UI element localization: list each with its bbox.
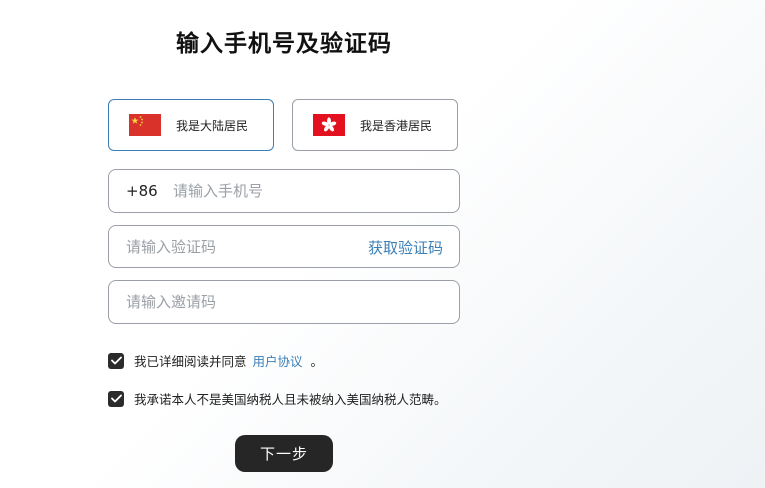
phone-input[interactable] [173, 170, 443, 212]
region-option-mainland[interactable]: 我是大陆居民 [108, 99, 274, 151]
terms-suffix: 。 [310, 354, 324, 369]
terms-text: 我已详细阅读并同意 [134, 354, 247, 369]
region-option-hongkong[interactable]: 我是香港居民 [292, 99, 458, 151]
get-code-button[interactable]: 获取验证码 [368, 237, 443, 258]
invite-code-input[interactable] [126, 281, 446, 323]
page-title: 输入手机号及验证码 [176, 31, 392, 57]
hongkong-flag-icon [313, 114, 345, 136]
tax-declaration-text: 我承诺本人不是美国纳税人且未被纳入美国纳税人范畴。 [134, 392, 447, 407]
country-code-prefix[interactable]: +86 [126, 182, 158, 200]
check-icon [110, 356, 122, 365]
invite-code-field [108, 280, 460, 324]
phone-field: +86 [108, 169, 460, 213]
china-flag-icon [129, 114, 161, 136]
tax-declaration-row: 我承诺本人不是美国纳税人且未被纳入美国纳税人范畴。 [108, 389, 447, 408]
next-step-button[interactable]: 下一步 [235, 435, 333, 472]
region-label-mainland: 我是大陆居民 [176, 119, 249, 133]
verification-code-input[interactable] [126, 226, 346, 267]
terms-checkbox[interactable] [108, 352, 124, 369]
region-label-hongkong: 我是香港居民 [360, 119, 433, 133]
terms-agreement-row: 我已详细阅读并同意 用户协议 。 [108, 351, 323, 370]
check-icon [110, 394, 122, 403]
user-agreement-link[interactable]: 用户协议 [253, 351, 303, 370]
verification-code-field: 获取验证码 [108, 225, 460, 268]
tax-declaration-checkbox[interactable] [108, 390, 124, 407]
